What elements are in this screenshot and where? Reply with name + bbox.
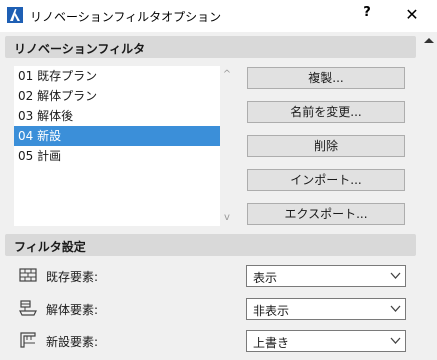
filter-list-item[interactable]: 05 計画	[14, 146, 220, 166]
filter-list-item[interactable]: 03 解体後	[14, 106, 220, 126]
filter-list-item[interactable]: 02 解体プラン	[14, 86, 220, 106]
filter-settings-section-header: フィルタ設定	[5, 234, 416, 256]
select-value: 非表示	[253, 304, 290, 318]
demolished-elements-select[interactable]: 非表示	[246, 298, 406, 320]
new-elements-select[interactable]: 上書き	[246, 330, 406, 352]
duplicate-button[interactable]: 複製...	[247, 67, 405, 89]
chevron-down-icon	[390, 337, 401, 344]
filter-list-item-selected[interactable]: 04 新設	[14, 126, 220, 146]
brick-wall-icon	[19, 268, 37, 282]
scroll-up-icon[interactable]: ^	[220, 69, 234, 81]
filter-list-item[interactable]: 01 既存プラン	[14, 66, 220, 86]
new-elements-label: 新設要素:	[46, 335, 99, 349]
section-header-label: フィルタ設定	[14, 240, 86, 254]
close-button[interactable]: ✕	[400, 3, 424, 27]
chevron-down-icon	[390, 305, 401, 312]
collapse-arrow-icon[interactable]	[424, 38, 434, 43]
archicad-app-icon	[7, 7, 23, 23]
select-value: 上書き	[253, 336, 290, 350]
renovation-filter-section-header: リノベーションフィルタ	[5, 36, 416, 58]
demolish-icon	[19, 300, 37, 316]
import-button[interactable]: インポート...	[247, 169, 405, 191]
demolished-elements-label: 解体要素:	[46, 303, 99, 317]
existing-elements-label: 既存要素:	[46, 270, 99, 284]
select-value: 表示	[253, 271, 278, 285]
scroll-down-icon[interactable]: v	[220, 212, 234, 224]
rename-button[interactable]: 名前を変更...	[247, 101, 405, 123]
section-header-label: リノベーションフィルタ	[14, 42, 146, 56]
filter-list[interactable]: 01 既存プラン 02 解体プラン 03 解体後 04 新設 05 計画	[14, 66, 220, 226]
existing-elements-select[interactable]: 表示	[246, 265, 406, 287]
window-title: リノベーションフィルタオプション	[30, 10, 222, 24]
export-button[interactable]: エクスポート...	[247, 203, 405, 225]
chevron-down-icon	[390, 272, 401, 279]
new-construction-icon	[20, 332, 36, 348]
help-button[interactable]: ?	[356, 5, 378, 25]
title-bar: リノベーションフィルタオプション ? ✕	[0, 0, 437, 32]
delete-button[interactable]: 削除	[247, 135, 405, 157]
